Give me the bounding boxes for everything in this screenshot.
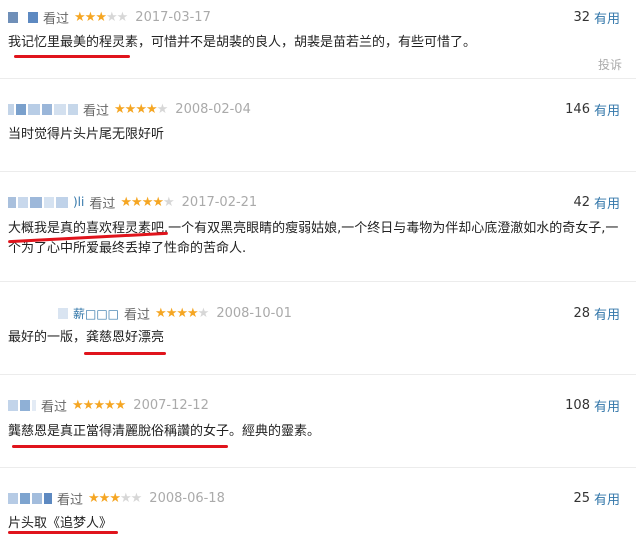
star-filled-icon: ★ xyxy=(120,194,132,210)
vote-count: 25 xyxy=(573,490,590,506)
watched-status: 看过 xyxy=(124,307,151,323)
star-filled-icon: ★ xyxy=(131,194,143,210)
star-filled-icon: ★ xyxy=(98,490,111,506)
star-empty-icon: ★ xyxy=(119,490,132,506)
review-meta: 看过 ★ ★ ★ ★ ★ 2007-12-12 xyxy=(8,396,209,415)
star-filled-icon: ★ xyxy=(95,9,107,25)
star-filled-icon: ★ xyxy=(187,305,199,321)
vote-count: 28 xyxy=(573,305,590,321)
rating-stars: ★ ★ ★ ★ ★ xyxy=(155,305,210,321)
rating-stars: ★ ★ ★ ★ ★ xyxy=(72,397,127,413)
vote-count: 32 xyxy=(573,9,590,25)
highlight-underline xyxy=(14,55,130,58)
star-filled-icon: ★ xyxy=(114,101,126,117)
username-suffix[interactable]: )li xyxy=(73,195,84,209)
watched-status: 看过 xyxy=(89,196,116,212)
vote-count: 146 xyxy=(565,101,590,117)
star-empty-icon: ★ xyxy=(197,305,210,321)
review-date: 2008-06-18 xyxy=(149,490,225,506)
vote-area: 108 有用 xyxy=(565,396,620,415)
rating-stars: ★ ★ ★ ★ ★ xyxy=(74,9,129,25)
star-empty-icon: ★ xyxy=(105,9,118,25)
vote-area: 42 有用 xyxy=(573,193,620,212)
star-filled-icon: ★ xyxy=(114,397,127,413)
watched-status: 看过 xyxy=(43,11,70,27)
highlight-underline xyxy=(12,445,228,448)
review-text: 我记忆里最美的程灵素，可惜并不是胡裴的良人，胡裴是苗若兰的，有些可惜了。 xyxy=(8,35,477,50)
useful-button[interactable]: 有用 xyxy=(594,193,620,212)
vote-area: 32 有用 xyxy=(573,8,620,27)
vote-area: 146 有用 xyxy=(565,100,620,119)
useful-button[interactable]: 有用 xyxy=(594,396,620,415)
rating-stars: ★ ★ ★ ★ ★ xyxy=(120,194,175,210)
review-item: 看过 ★ ★ ★ ★ ★ 2007-12-12 108 有用 龔慈恩是真正當得清麗脫俗稱… xyxy=(0,375,636,468)
star-filled-icon: ★ xyxy=(155,305,167,321)
star-filled-icon: ★ xyxy=(109,490,121,506)
rating-stars: ★ ★ ★ ★ ★ xyxy=(88,490,143,506)
useful-button[interactable]: 有用 xyxy=(594,489,620,508)
vote-count: 42 xyxy=(573,194,590,210)
useful-button[interactable]: 有用 xyxy=(594,304,620,323)
review-date: 2017-02-21 xyxy=(181,194,258,210)
username-blurred[interactable] xyxy=(58,305,68,321)
review-meta: 看过 ★ ★ ★ ★ ★ 2008-02-04 xyxy=(8,100,251,119)
review-text: 大概我是真的喜欢程灵素吧.一个有双黑亮眼睛的瘦弱姑娘,一个终日与毒物为伴却心底澄… xyxy=(8,221,619,256)
vote-count: 108 xyxy=(565,397,590,413)
review-item: 薪□□□ 看过 ★ ★ ★ ★ ★ 2008-10-01 28 有用 最好的一版，龚慈恩… xyxy=(0,282,636,375)
review-item: 看过 ★ ★ ★ ★ ★ 2008-06-18 25 有用 片头取《追梦人》 xyxy=(0,468,636,555)
star-filled-icon: ★ xyxy=(88,490,100,506)
username-blurred[interactable] xyxy=(8,397,36,413)
review-meta: )li 看过 ★ ★ ★ ★ ★ 2017-02-21 xyxy=(8,193,258,212)
review-item: 看过 ★ ★ ★ ★ ★ 2017-03-17 32 有用 我记忆里最美的程灵素，可惜并… xyxy=(0,0,636,79)
star-empty-icon: ★ xyxy=(130,490,143,506)
report-link[interactable]: 投诉 xyxy=(598,56,622,73)
star-filled-icon: ★ xyxy=(145,101,158,117)
star-filled-icon: ★ xyxy=(82,397,95,413)
highlight-underline xyxy=(84,352,166,355)
star-filled-icon: ★ xyxy=(124,101,137,117)
star-filled-icon: ★ xyxy=(176,305,188,321)
useful-button[interactable]: 有用 xyxy=(594,100,620,119)
review-date: 2007-12-12 xyxy=(133,397,209,413)
review-item: 看过 ★ ★ ★ ★ ★ 2008-02-04 146 有用 当时觉得片头片尾无限好听 xyxy=(0,79,636,172)
watched-status: 看过 xyxy=(83,103,110,119)
vote-area: 28 有用 xyxy=(573,304,620,323)
username-blurred[interactable] xyxy=(8,9,38,25)
star-empty-icon: ★ xyxy=(116,9,129,25)
vote-area: 25 有用 xyxy=(573,489,620,508)
star-filled-icon: ★ xyxy=(135,101,147,117)
star-empty-icon: ★ xyxy=(163,194,175,210)
star-filled-icon: ★ xyxy=(84,9,97,25)
username-blurred[interactable] xyxy=(8,194,68,210)
review-list: 看过 ★ ★ ★ ★ ★ 2017-03-17 32 有用 我记忆里最美的程灵素，可惜并… xyxy=(0,0,636,555)
username-blurred[interactable] xyxy=(8,490,52,506)
watched-status: 看过 xyxy=(41,399,68,415)
review-text: 当时觉得片头片尾无限好听 xyxy=(8,127,165,142)
review-date: 2008-10-01 xyxy=(216,305,292,321)
star-filled-icon: ★ xyxy=(74,9,86,25)
highlight-underline xyxy=(8,531,118,534)
review-text: 龔慈恩是真正當得清麗脫俗稱讚的女子。經典的靈素。 xyxy=(8,424,321,439)
star-filled-icon: ★ xyxy=(103,397,116,413)
star-empty-icon: ★ xyxy=(156,101,169,117)
star-filled-icon: ★ xyxy=(72,397,84,413)
star-filled-icon: ★ xyxy=(141,194,154,210)
username-suffix[interactable]: 薪□□□ xyxy=(73,305,119,322)
review-text: 最好的一版，龚慈恩好漂亮 xyxy=(8,330,165,345)
review-date: 2008-02-04 xyxy=(175,101,251,117)
useful-button[interactable]: 有用 xyxy=(594,8,620,27)
rating-stars: ★ ★ ★ ★ ★ xyxy=(114,101,169,117)
review-meta: 看过 ★ ★ ★ ★ ★ 2008-06-18 xyxy=(8,489,225,508)
username-blurred[interactable] xyxy=(8,101,78,117)
review-meta: 看过 ★ ★ ★ ★ ★ 2017-03-17 xyxy=(8,8,211,27)
review-item: )li 看过 ★ ★ ★ ★ ★ 2017-02-21 42 有用 大概我是真的喜欢程灵… xyxy=(0,172,636,282)
star-filled-icon: ★ xyxy=(165,305,178,321)
star-filled-icon: ★ xyxy=(93,397,105,413)
watched-status: 看过 xyxy=(57,492,84,508)
star-filled-icon: ★ xyxy=(152,194,164,210)
review-meta: 薪□□□ 看过 ★ ★ ★ ★ ★ 2008-10-01 xyxy=(8,304,292,323)
review-date: 2017-03-17 xyxy=(135,9,211,25)
